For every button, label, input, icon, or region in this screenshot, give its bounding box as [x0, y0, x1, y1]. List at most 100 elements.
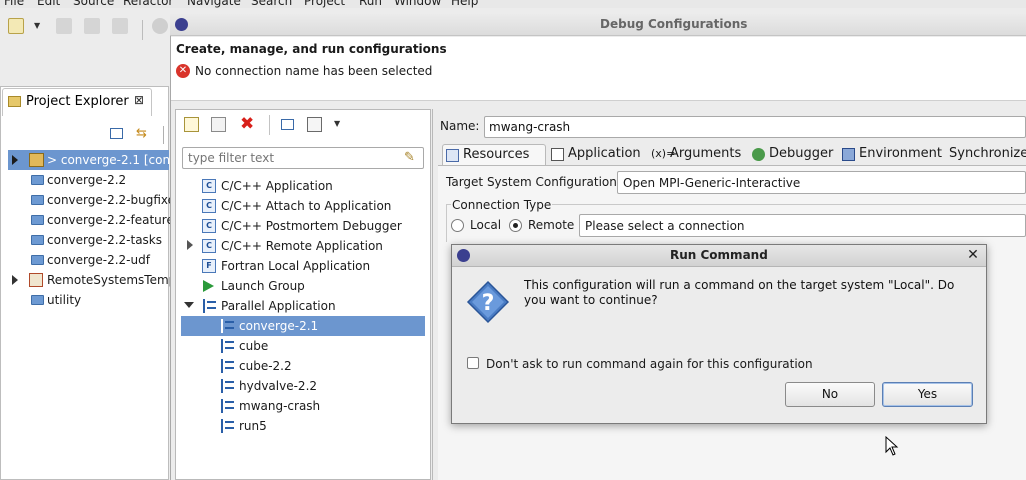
connection-type-label: Connection Type	[451, 198, 553, 212]
tree-item-converge-2.2-features[interactable]: converge-2.2-feature	[47, 210, 174, 230]
target-system-label: Target System Configuration:	[446, 175, 621, 189]
chevron-down-icon[interactable]: ▼	[334, 119, 340, 128]
expand-icon[interactable]	[12, 155, 18, 165]
expand-icon[interactable]	[187, 240, 193, 250]
folder-icon	[31, 195, 44, 205]
menu-run[interactable]: Run	[359, 0, 382, 8]
config-type-c-postmortem[interactable]: C/C++ Postmortem Debugger	[221, 216, 402, 236]
tree-item-converge-2.2-udf[interactable]: converge-2.2-udf	[47, 250, 150, 270]
tree-item-remote-systems-temp[interactable]: RemoteSystemsTemp	[47, 270, 176, 290]
tree-item-converge-2.1[interactable]: > converge-2.1 [con	[47, 150, 170, 170]
tab-application[interactable]: Application	[548, 144, 641, 165]
dialog-title: Debug Configurations	[600, 17, 748, 31]
radio-remote[interactable]	[509, 219, 522, 232]
environment-icon	[842, 148, 855, 161]
collapse-all-icon[interactable]	[110, 128, 123, 139]
dialog-titlebar[interactable]	[170, 14, 1026, 36]
menu-refactor[interactable]: Refactor	[123, 0, 173, 8]
close-icon[interactable]: ⊠	[134, 93, 144, 107]
no-button[interactable]: No	[785, 382, 875, 407]
tree-item-utility[interactable]: utility	[47, 290, 81, 310]
parallel-app-icon	[203, 299, 217, 313]
filter-icon[interactable]	[307, 117, 322, 132]
radio-local[interactable]	[451, 219, 464, 232]
config-type-c-attach[interactable]: C/C++ Attach to Application	[221, 196, 391, 216]
parallel-app-icon	[221, 399, 235, 413]
gear-icon[interactable]	[152, 18, 168, 34]
application-icon	[551, 148, 564, 161]
tab-synchronize-label: Synchronize	[949, 146, 1026, 161]
tab-environment[interactable]: Environment	[839, 144, 942, 165]
config-converge-2.1[interactable]: converge-2.1	[239, 316, 318, 336]
menu-file[interactable]: File	[4, 0, 24, 8]
collapse-all-icon[interactable]	[281, 119, 294, 130]
svg-text:?: ?	[482, 291, 495, 316]
folder-icon	[31, 215, 44, 225]
new-icon[interactable]	[8, 18, 24, 34]
c-app-icon: C	[202, 199, 216, 213]
folder-icon	[31, 255, 44, 265]
close-icon[interactable]: ✕	[966, 246, 980, 264]
link-with-editor-icon[interactable]: ⇆	[136, 126, 147, 141]
new-configuration-icon[interactable]	[184, 117, 199, 132]
config-hydvalve-2.2[interactable]: hydvalve-2.2	[239, 376, 317, 396]
c-app-icon: C	[202, 219, 216, 233]
config-type-parallel-application[interactable]: Parallel Application	[221, 296, 336, 316]
tab-arguments[interactable]: (x)= Arguments	[650, 144, 741, 165]
config-type-c-remote[interactable]: C/C++ Remote Application	[221, 236, 383, 256]
tab-resources[interactable]: Resources	[442, 144, 546, 165]
yes-button[interactable]: Yes	[882, 382, 973, 407]
save-all-icon[interactable]	[84, 18, 100, 34]
clear-filter-icon[interactable]: ✎	[404, 150, 415, 165]
menu-project[interactable]: Project	[304, 0, 345, 8]
menu-navigate[interactable]: Navigate	[187, 0, 241, 8]
eclipse-icon	[175, 18, 188, 31]
save-icon[interactable]	[56, 18, 72, 34]
name-label: Name:	[440, 119, 480, 133]
main-toolbar: ▼	[0, 8, 170, 46]
menu-search[interactable]: Search	[251, 0, 292, 8]
launch-group-icon	[203, 280, 214, 292]
config-cube-2.2[interactable]: cube-2.2	[239, 356, 292, 376]
tab-debugger[interactable]: Debugger	[749, 144, 833, 165]
c-app-icon: C	[202, 179, 216, 193]
filter-input[interactable]	[182, 147, 424, 169]
delete-icon[interactable]: ✖	[240, 114, 254, 134]
config-type-fortran-local[interactable]: Fortran Local Application	[221, 256, 370, 276]
parallel-app-icon	[221, 339, 235, 353]
arguments-icon: (x)=	[651, 147, 676, 160]
toolbar-separator	[163, 126, 164, 144]
tree-item-converge-2.2-bugfixes[interactable]: converge-2.2-bugfixe	[47, 190, 175, 210]
folder-icon	[31, 295, 44, 305]
config-cube[interactable]: cube	[239, 336, 268, 356]
config-run5[interactable]: run5	[239, 416, 267, 436]
menu-source[interactable]: Source	[73, 0, 114, 8]
eclipse-icon	[457, 249, 470, 262]
connection-select[interactable]: Please select a connection	[579, 214, 1026, 237]
config-mwang-crash[interactable]: mwang-crash	[239, 396, 320, 416]
chevron-down-icon[interactable]: ▼	[34, 21, 40, 30]
target-system-select[interactable]: Open MPI-Generic-Interactive	[617, 171, 1026, 194]
menu-help[interactable]: Help	[451, 0, 478, 8]
collapse-icon[interactable]	[184, 302, 194, 308]
menu-window[interactable]: Window	[394, 0, 441, 8]
duplicate-icon[interactable]	[211, 117, 226, 132]
dont-ask-checkbox[interactable]	[467, 357, 479, 369]
tree-item-converge-2.2[interactable]: converge-2.2	[47, 170, 126, 190]
resources-icon	[446, 149, 459, 162]
tab-resources-label: Resources	[463, 147, 530, 162]
tab-application-label: Application	[568, 146, 641, 161]
name-input[interactable]	[484, 116, 1026, 138]
radio-local-label: Local	[470, 218, 502, 232]
config-type-launch-group[interactable]: Launch Group	[221, 276, 305, 296]
project-explorer-icon	[8, 96, 21, 107]
run-command-title: Run Command	[670, 248, 768, 262]
toolbar-separator	[269, 115, 270, 135]
config-type-c-application[interactable]: C/C++ Application	[221, 176, 333, 196]
tab-synchronize[interactable]: Synchronize	[929, 144, 1026, 165]
menu-edit[interactable]: Edit	[37, 0, 60, 8]
toolbar-separator	[142, 20, 143, 40]
print-icon[interactable]	[112, 18, 128, 34]
tree-item-converge-2.2-tasks[interactable]: converge-2.2-tasks	[47, 230, 162, 250]
expand-icon[interactable]	[12, 275, 18, 285]
